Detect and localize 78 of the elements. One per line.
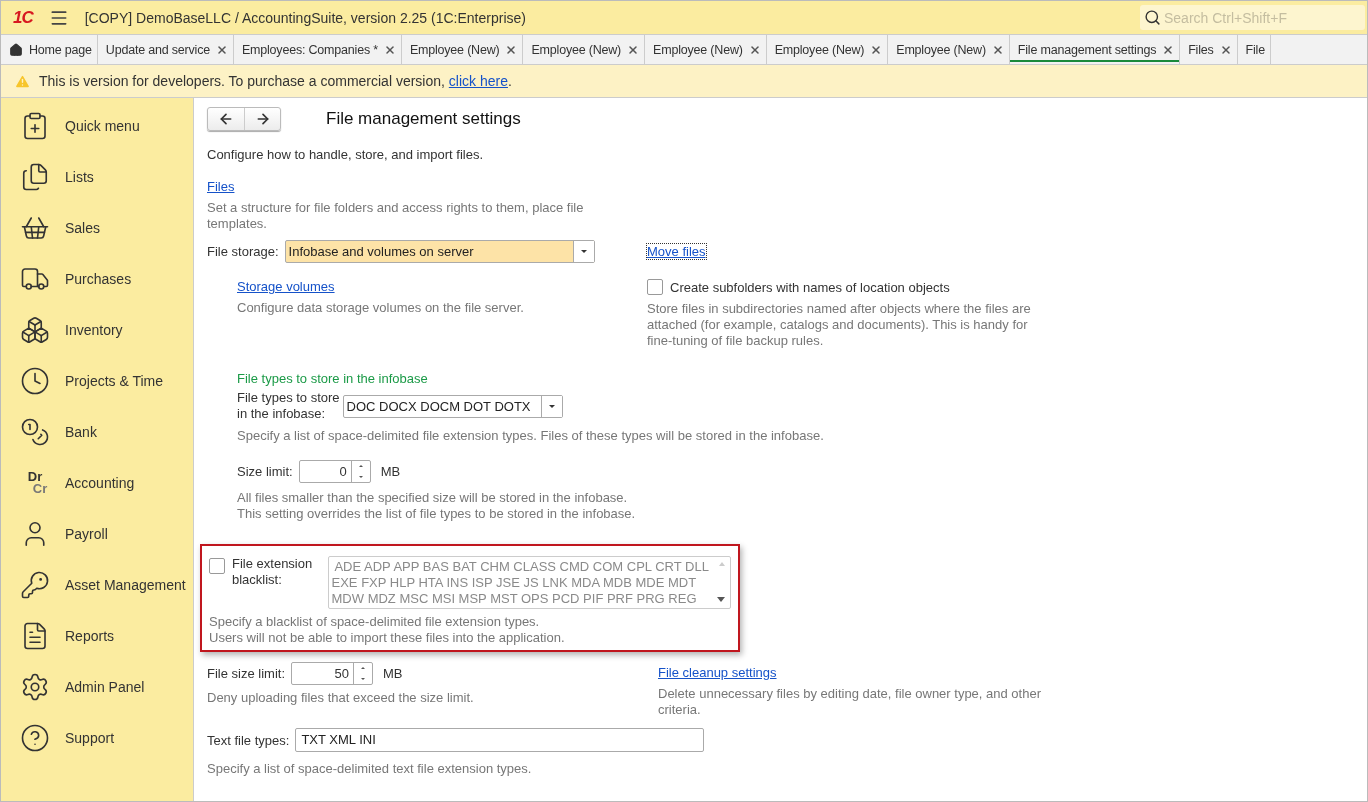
caret-icon: [548, 404, 555, 408]
hint-text: Configure data storage volumes on the file server.: [237, 300, 525, 316]
unit-label: MB: [383, 666, 403, 681]
warning-icon: [14, 72, 31, 90]
hint-text: Store files in subdirectories named after objects where the files are attached (for example, catalogs and documents). This is handy for fine-tuning of file backup rules.: [647, 301, 1032, 349]
close-icon[interactable]: [505, 43, 518, 56]
hint-text: Set a structure for file folders and access rights to them, place file templates.: [207, 200, 585, 232]
search-icon: [1144, 9, 1161, 26]
spin-up-icon: [358, 465, 363, 468]
app-logo: 1С: [13, 7, 33, 28]
group-title: File types to store in the infobase: [237, 371, 429, 387]
move-files-link[interactable]: Move files: [647, 244, 706, 259]
spin-up-icon: [361, 667, 365, 670]
size-limit-field[interactable]: 0: [298, 460, 371, 483]
boxes-icon: [19, 314, 51, 345]
checkbox-label: File extension blacklist:: [232, 556, 314, 588]
file-types-dropdown[interactable]: DOC DOCX DOCM DOT DOTX: [342, 394, 563, 418]
sidebar-item[interactable]: Inventory: [1, 304, 193, 355]
scroll-up-icon: [719, 562, 725, 566]
hint-text: Deny uploading files that exceed the size limit.: [207, 690, 475, 706]
unit-label: MB: [380, 464, 401, 479]
search-field[interactable]: Search Ctrl+Shift+F: [1140, 5, 1365, 30]
checkbox-label: Create subfolders with names of location objects: [670, 279, 950, 295]
sidebar-item[interactable]: Bank: [1, 406, 193, 457]
sidebar-item[interactable]: Projects & Time: [1, 355, 193, 406]
hint-text: Specify a list of space-delimited text file extension types.: [207, 761, 533, 777]
blacklist-text-area[interactable]: ADE ADP APP BAS BAT CHM CLASS CMD COM CPL CRT DLL EXE FXP HLP HTA INS ISP JSE JS LNK MDA MDB MDE MDT MDW MDZ MSC MSI MSP MST OPS PCD PIF PRF PRG REG: [327, 556, 731, 609]
sidebar-item[interactable]: Quick menu: [1, 100, 193, 151]
sidebar-item[interactable]: Reports: [1, 610, 193, 661]
sidebar-item[interactable]: Admin Panel: [1, 661, 193, 712]
sidebar-item[interactable]: Payroll: [1, 508, 193, 559]
sidebar-item[interactable]: Lists: [1, 151, 193, 202]
hint-text: Specify a list of space-delimited file extension types. Files of these types will be stored in the infobase.: [237, 428, 825, 444]
spin-down-icon: [361, 677, 365, 680]
close-icon[interactable]: [870, 43, 883, 56]
clock-icon: [19, 365, 51, 396]
tab[interactable]: File management settings: [1009, 35, 1181, 64]
home-icon: [9, 42, 23, 57]
close-icon[interactable]: [215, 43, 228, 56]
field-label: File storage:: [207, 244, 279, 259]
purchase-link[interactable]: click here: [448, 73, 508, 89]
hint-text: All files smaller than the specified size will be stored in the infobase. This setting overrides the list of file types to be stored in the infobase.: [237, 490, 637, 522]
form-title: File management settings: [326, 109, 521, 129]
sidebar-item[interactable]: Sales: [1, 202, 193, 253]
window-title: [COPY] DemoBaseLLC / AccountingSuite, version 2.25 (1C:Enterprise): [84, 9, 527, 26]
form-description: Configure how to handle, store, and import files.: [207, 147, 485, 163]
scroll-down-icon: [717, 597, 725, 602]
field-label: File types to store in the infobase:: [237, 390, 340, 422]
cleanup-settings-link[interactable]: File cleanup settings: [658, 665, 777, 680]
checkbox[interactable]: [647, 279, 663, 295]
text-types-field[interactable]: TXT XML INI: [295, 728, 705, 752]
hint-text: Delete unnecessary files by editing date, file owner type, and other criteria.: [658, 686, 1042, 718]
sidebar-item[interactable]: Asset Management: [1, 559, 193, 610]
sidebar-item[interactable]: Dr Cr Accounting: [1, 457, 193, 508]
storage-volumes-link[interactable]: Storage volumes: [237, 279, 335, 294]
hint-text: Specify a blacklist of space-delimited file extension types. Users will not be able to import these files into the application.: [209, 614, 566, 646]
sidebar-item[interactable]: Purchases: [1, 253, 193, 304]
notice-text: This is version for developers. To purchase a commercial version, click here.: [39, 73, 512, 89]
close-icon[interactable]: [991, 43, 1004, 56]
field-label: Text file types:: [207, 732, 290, 748]
sidebar-item[interactable]: Support: [1, 712, 193, 763]
close-icon[interactable]: [748, 43, 761, 56]
monogram-icon: Dr Cr: [19, 470, 51, 495]
help-icon: [19, 722, 51, 753]
checkbox[interactable]: [209, 558, 225, 574]
key-icon: [19, 569, 51, 600]
close-icon[interactable]: [1219, 43, 1232, 56]
field-label: File size limit:: [207, 666, 285, 681]
close-icon[interactable]: [627, 43, 640, 56]
field-label: Size limit:: [237, 464, 293, 479]
close-icon[interactable]: [1162, 43, 1175, 56]
file-size-limit-field[interactable]: 50: [291, 662, 373, 685]
coins-icon: [19, 416, 51, 447]
files-link[interactable]: Files: [207, 179, 235, 194]
caret-icon: [580, 250, 587, 253]
spin-down-icon: [358, 475, 363, 478]
storage-dropdown[interactable]: Infobase and volumes on server: [284, 240, 595, 263]
close-icon[interactable]: [383, 43, 396, 56]
